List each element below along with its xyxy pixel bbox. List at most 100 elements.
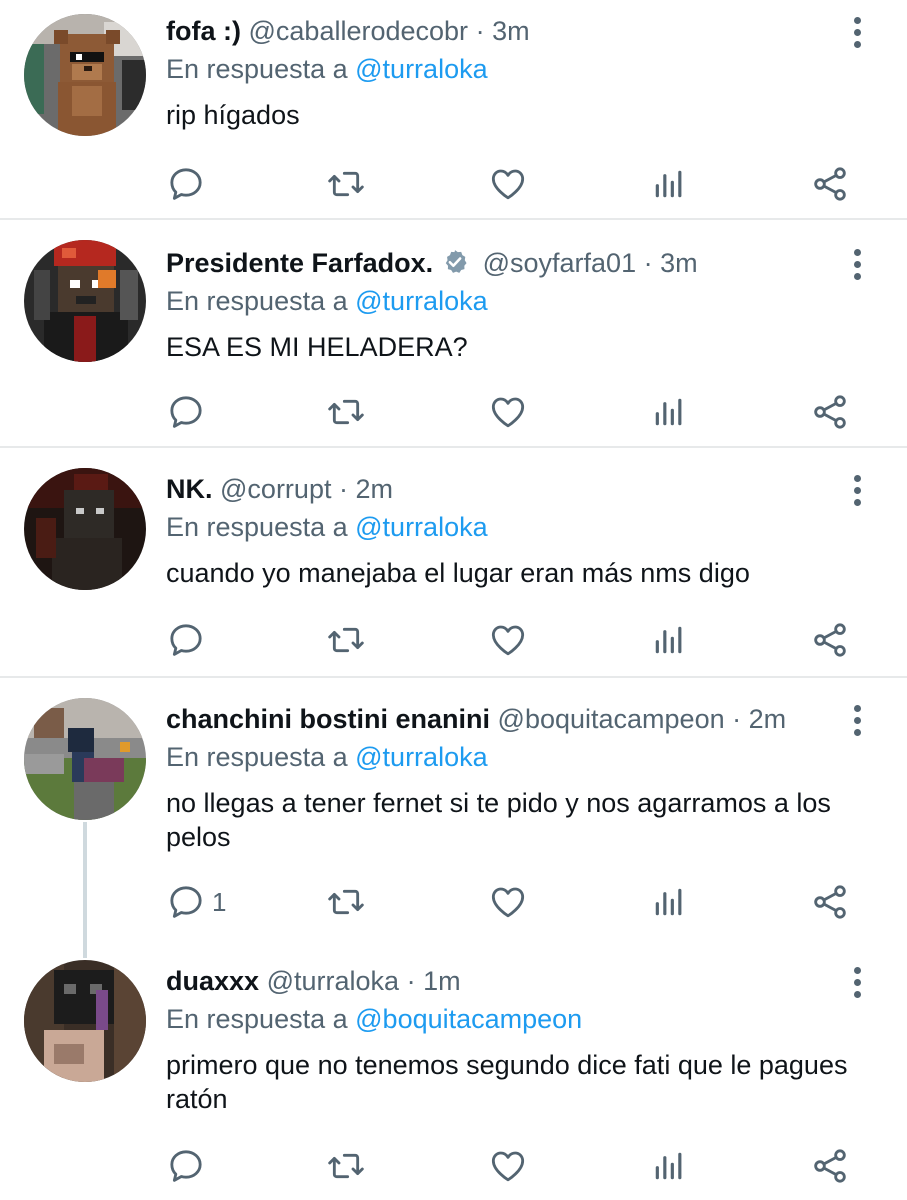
tweet-text: primero que no tenemos segundo dice fati… [166, 1050, 848, 1114]
avatar[interactable] [24, 240, 146, 362]
action-bar [166, 1144, 866, 1188]
retweet-icon [326, 620, 366, 660]
retweet-button[interactable] [326, 618, 366, 662]
views-button[interactable] [649, 390, 689, 434]
retweet-button[interactable] [326, 390, 366, 434]
share-icon [810, 882, 850, 922]
tweet-text: no llegas a tener fernet si te pido y no… [166, 788, 831, 852]
views-button[interactable] [649, 162, 689, 206]
display-name[interactable]: fofa :) [166, 16, 241, 46]
reply-prefix: En respuesta a [166, 1004, 348, 1034]
retweet-icon [326, 1146, 366, 1186]
display-name[interactable]: duaxxx [166, 966, 259, 996]
avatar[interactable] [24, 468, 146, 590]
tweet[interactable]: duaxxx @turraloka · 1m En respuesta a @b… [0, 960, 907, 1200]
user-handle[interactable]: @soyfarfa01 [483, 248, 636, 278]
reply-mention-link[interactable]: @turraloka [355, 286, 487, 316]
reply-mention-link[interactable]: @boquitacampeon [355, 1004, 582, 1034]
tweet[interactable]: chanchini bostini enanini @boquitacampeo… [0, 698, 907, 942]
avatar[interactable] [24, 14, 146, 136]
reply-prefix: En respuesta a [166, 286, 348, 316]
reply-button[interactable] [166, 390, 212, 434]
reply-prefix: En respuesta a [166, 54, 348, 84]
avatar[interactable] [24, 960, 146, 1082]
reply-icon [166, 164, 206, 204]
like-button[interactable] [488, 880, 528, 924]
avatar[interactable] [24, 698, 146, 820]
like-button[interactable] [488, 618, 528, 662]
reply-icon [166, 1146, 206, 1186]
analytics-icon [649, 882, 689, 922]
more-icon[interactable] [846, 964, 868, 1004]
divider [0, 446, 907, 448]
user-handle[interactable]: @turraloka [267, 966, 399, 996]
separator: · [732, 704, 742, 734]
like-icon [488, 1146, 528, 1186]
reply-mention-link[interactable]: @turraloka [355, 54, 487, 84]
analytics-icon [649, 1146, 689, 1186]
more-icon[interactable] [846, 14, 868, 54]
reply-button[interactable] [166, 618, 212, 662]
more-icon[interactable] [846, 472, 868, 512]
reply-button[interactable] [166, 162, 212, 206]
timestamp[interactable]: 1m [423, 966, 461, 996]
tweet[interactable]: fofa :) @caballerodecobr · 3m En respues… [0, 14, 907, 214]
views-button[interactable] [649, 880, 689, 924]
share-button[interactable] [810, 390, 850, 434]
timestamp[interactable]: 3m [660, 248, 698, 278]
tweet-text: cuando yo manejaba el lugar eran más nms… [166, 558, 750, 588]
display-name[interactable]: Presidente Farfadox. [166, 248, 433, 278]
reply-prefix: En respuesta a [166, 742, 348, 772]
retweet-icon [326, 882, 366, 922]
tweet[interactable]: NK. @corrupt · 2m En respuesta a @turral… [0, 468, 907, 672]
like-button[interactable] [488, 162, 528, 206]
like-button[interactable] [488, 1144, 528, 1188]
views-button[interactable] [649, 1144, 689, 1188]
like-icon [488, 620, 528, 660]
like-icon [488, 164, 528, 204]
user-handle[interactable]: @boquitacampeon [498, 704, 725, 734]
reply-prefix: En respuesta a [166, 512, 348, 542]
reply-button[interactable] [166, 1144, 212, 1188]
timestamp[interactable]: 2m [749, 704, 787, 734]
share-button[interactable] [810, 618, 850, 662]
tweet-header: Presidente Farfadox. @soyfarfa01 · 3m [166, 246, 698, 280]
analytics-icon [649, 620, 689, 660]
action-bar [166, 390, 866, 434]
reply-mention-link[interactable]: @turraloka [355, 512, 487, 542]
separator: · [475, 16, 485, 46]
share-icon [810, 392, 850, 432]
timestamp[interactable]: 3m [492, 16, 530, 46]
display-name[interactable]: chanchini bostini enanini [166, 704, 490, 734]
tweet-header: duaxxx @turraloka · 1m [166, 964, 461, 998]
like-button[interactable] [488, 390, 528, 434]
reply-icon [166, 882, 206, 922]
retweet-icon [326, 164, 366, 204]
more-icon[interactable] [846, 702, 868, 742]
share-button[interactable] [810, 1144, 850, 1188]
tweet-header: chanchini bostini enanini @boquitacampeo… [166, 702, 786, 736]
user-handle[interactable]: @caballerodecobr [249, 16, 469, 46]
analytics-icon [649, 392, 689, 432]
timestamp[interactable]: 2m [356, 474, 394, 504]
share-icon [810, 164, 850, 204]
share-button[interactable] [810, 162, 850, 206]
reply-context: En respuesta a @turraloka [166, 52, 488, 86]
share-button[interactable] [810, 880, 850, 924]
tweet-text: ESA ES MI HELADERA? [166, 332, 468, 362]
reply-button[interactable]: 1 [166, 880, 226, 924]
more-icon[interactable] [846, 246, 868, 286]
display-name[interactable]: NK. [166, 474, 213, 504]
tweet[interactable]: Presidente Farfadox. @soyfarfa01 · 3m En… [0, 240, 907, 446]
separator: · [643, 248, 653, 278]
reply-mention-link[interactable]: @turraloka [355, 742, 487, 772]
retweet-button[interactable] [326, 880, 366, 924]
user-handle[interactable]: @corrupt [220, 474, 331, 504]
separator: · [406, 966, 416, 996]
action-bar [166, 162, 866, 206]
retweet-button[interactable] [326, 162, 366, 206]
views-button[interactable] [649, 618, 689, 662]
divider [0, 676, 907, 678]
reply-context: En respuesta a @turraloka [166, 510, 488, 544]
retweet-button[interactable] [326, 1144, 366, 1188]
